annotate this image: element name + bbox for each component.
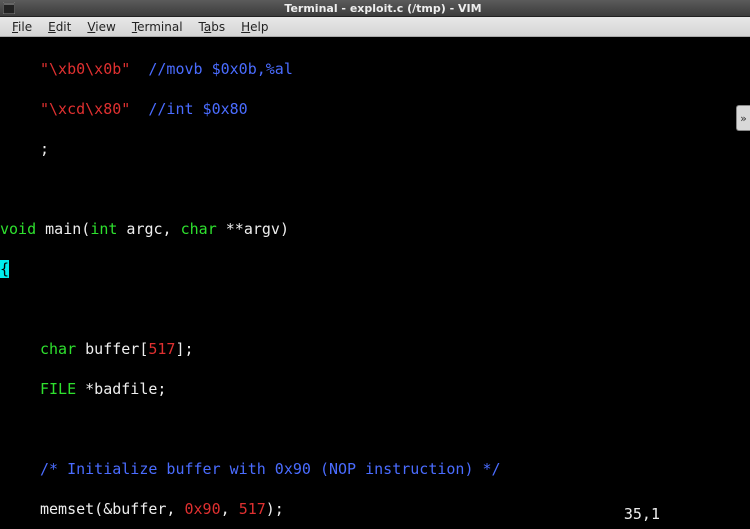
menu-terminal[interactable]: Terminal — [124, 20, 191, 34]
menu-tabs[interactable]: Tabs — [191, 20, 234, 34]
chevron-right-icon: » — [740, 112, 747, 125]
code-line: { — [0, 259, 750, 279]
menu-edit[interactable]: Edit — [40, 20, 79, 34]
terminal-app-icon — [2, 1, 16, 15]
brace-highlight: { — [0, 260, 9, 278]
vim-cursor-position: 35,1 — [624, 505, 660, 523]
code-line: "\xcd\x80" //int $0x80 — [0, 99, 750, 119]
code-line: ; — [0, 139, 750, 159]
menu-help[interactable]: Help — [233, 20, 276, 34]
window-title: Terminal - exploit.c (/tmp) - VIM — [16, 2, 750, 15]
code-line: FILE *badfile; — [0, 379, 750, 399]
code-line: void main(int argc, char **argv) — [0, 219, 750, 239]
window-titlebar: Terminal - exploit.c (/tmp) - VIM — [0, 0, 750, 17]
terminal-viewport[interactable]: "\xb0\x0b" //movb $0x0b,%al "\xcd\x80" /… — [0, 37, 750, 529]
menubar: File Edit View Terminal Tabs Help — [0, 17, 750, 37]
code-line — [0, 299, 750, 319]
code-line: char buffer[517]; — [0, 339, 750, 359]
code-line: /* Initialize buffer with 0x90 (NOP inst… — [0, 459, 750, 479]
menu-file[interactable]: File — [4, 20, 40, 34]
panel-expand-tab[interactable]: » — [736, 105, 750, 131]
menu-view[interactable]: View — [79, 20, 123, 34]
code-line: "\xb0\x0b" //movb $0x0b,%al — [0, 59, 750, 79]
code-line — [0, 419, 750, 439]
code-line — [0, 179, 750, 199]
